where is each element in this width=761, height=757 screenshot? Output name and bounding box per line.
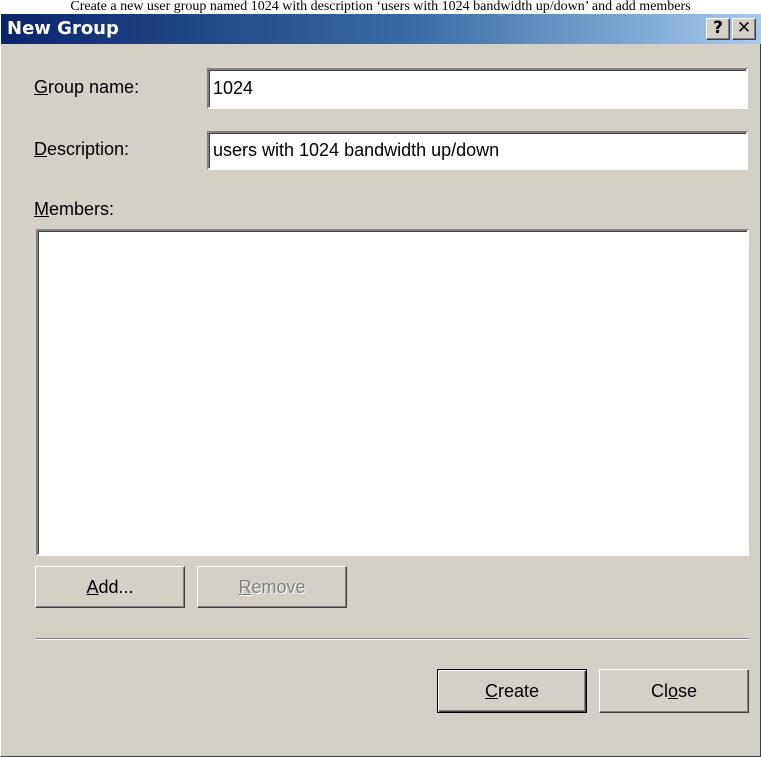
new-group-dialog: New Group ? ✕ Group name: 1024 Descripti… xyxy=(0,14,761,757)
add-mnemonic: A xyxy=(86,577,99,597)
create-button[interactable]: Create xyxy=(437,669,587,713)
separator xyxy=(36,638,749,640)
members-list[interactable] xyxy=(36,229,749,556)
dialog-title: New Group xyxy=(7,18,119,39)
add-label-text: dd... xyxy=(98,577,134,597)
add-button-label: Add... xyxy=(36,567,184,607)
group-name-label: Group name: xyxy=(34,76,139,98)
members-mnemonic: M xyxy=(34,199,49,219)
window-caption: Create a new user group named 1024 with … xyxy=(0,0,761,14)
group-name-mnemonic: G xyxy=(34,77,49,97)
close-label-pre: Cl xyxy=(650,681,668,701)
description-value: users with 1024 bandwidth up/down xyxy=(213,140,500,160)
group-name-label-text: roup name: xyxy=(48,77,140,97)
remove-mnemonic: R xyxy=(238,577,252,597)
description-label-text: escription: xyxy=(47,139,130,159)
remove-label-text: emove xyxy=(251,577,306,597)
create-label-text: reate xyxy=(497,681,540,701)
add-button[interactable]: Add... xyxy=(35,566,185,608)
close-button-label: Close xyxy=(600,670,748,712)
group-name-input[interactable]: 1024 xyxy=(207,68,748,109)
description-label: Description: xyxy=(34,138,129,160)
close-mnemonic: o xyxy=(667,681,678,701)
remove-button-label: Remove xyxy=(198,567,346,607)
group-name-value: 1024 xyxy=(213,78,254,98)
title-bar[interactable]: New Group ? ✕ xyxy=(1,14,761,44)
create-button-label: Create xyxy=(438,670,586,712)
members-label-text: embers: xyxy=(49,199,115,219)
close-icon[interactable]: ✕ xyxy=(732,18,756,40)
close-label-text: se xyxy=(678,681,698,701)
close-button[interactable]: Close xyxy=(599,669,749,713)
remove-button[interactable]: Remove xyxy=(197,566,347,608)
help-button[interactable]: ? xyxy=(706,18,730,40)
members-label: Members: xyxy=(34,198,114,220)
description-mnemonic: D xyxy=(34,139,47,159)
description-input[interactable]: users with 1024 bandwidth up/down xyxy=(207,131,748,170)
create-mnemonic: C xyxy=(484,681,498,701)
